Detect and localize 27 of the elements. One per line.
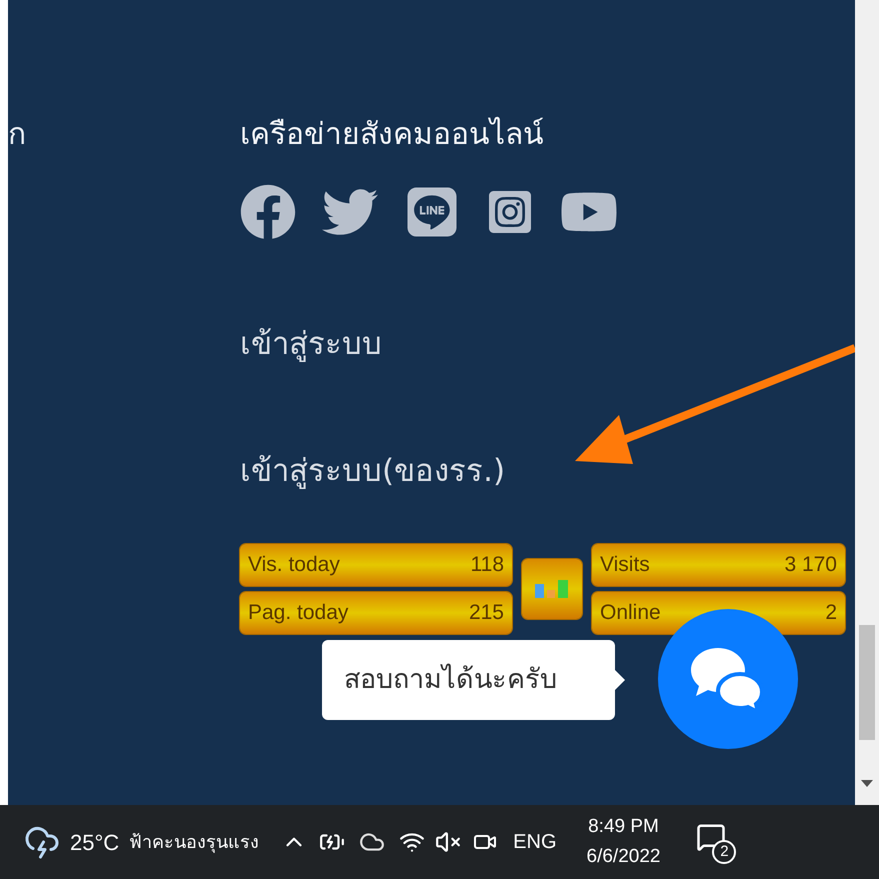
login-link[interactable]: เข้าสู่ระบบ (240, 321, 382, 368)
facebook-icon[interactable] (240, 184, 296, 240)
temperature: 25°C (70, 828, 120, 856)
cut-text: ก (8, 116, 26, 154)
instagram-icon[interactable] (486, 188, 534, 236)
counter-value: 3 170 (784, 552, 837, 578)
counter-label: Online (600, 600, 661, 626)
clock-date: 6/6/2022 (586, 845, 660, 869)
clock[interactable]: 8:49 PM 6/6/2022 (586, 812, 660, 872)
muted-speaker-icon[interactable] (435, 829, 462, 855)
language-indicator[interactable]: ENG (513, 827, 556, 857)
counter-label: Visits (600, 552, 650, 578)
scrollbar[interactable] (855, 0, 879, 805)
chat-tooltip: สอบถามได้นะครับ (322, 640, 615, 720)
weather-icon[interactable] (24, 824, 60, 860)
notification-count: 2 (712, 840, 736, 864)
social-heading: เครือข่ายสังคมออนไลน์ (240, 116, 544, 154)
counter-value: 215 (468, 600, 504, 626)
bar-chart-icon (535, 578, 569, 600)
login-link[interactable]: เข้าสู่ระบบ(ของรร.) (240, 448, 506, 494)
weather-text: ฟ้าคะนองรุนแรง (129, 830, 260, 855)
counter-value: 2 (825, 600, 837, 626)
counter-label: Vis. today (248, 552, 340, 578)
counter-value: 118 (470, 552, 504, 578)
clock-time: 8:49 PM (588, 815, 659, 839)
tooltip-pointer (615, 670, 625, 690)
counter-label: Pag. today (248, 600, 348, 626)
